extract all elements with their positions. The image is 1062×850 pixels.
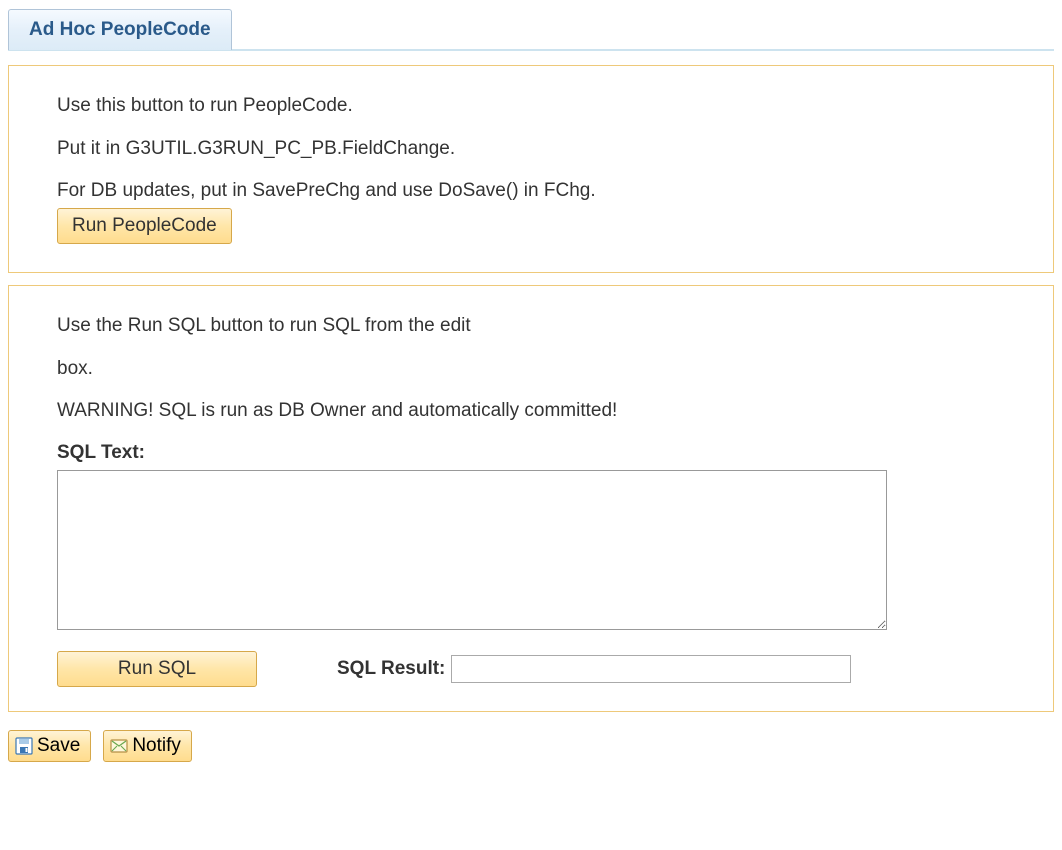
peoplecode-instr-3: For DB updates, put in SavePreChg and us… [57, 179, 1005, 204]
sql-text-input[interactable] [57, 470, 887, 630]
save-icon [15, 737, 33, 755]
run-peoplecode-button[interactable]: Run PeopleCode [57, 208, 232, 244]
notify-button-label: Notify [132, 735, 181, 757]
peoplecode-instr-2: Put it in G3UTIL.G3RUN_PC_PB.FieldChange… [57, 137, 1005, 162]
sql-instr-2: box. [57, 357, 1005, 382]
save-button-label: Save [37, 735, 80, 757]
sql-groupbox: Use the Run SQL button to run SQL from t… [8, 285, 1054, 712]
sql-instr-1: Use the Run SQL button to run SQL from t… [57, 314, 1005, 339]
run-sql-button[interactable]: Run SQL [57, 651, 257, 687]
sql-result-input[interactable] [451, 655, 851, 683]
sql-result-label: SQL Result: [337, 658, 445, 680]
peoplecode-groupbox: Use this button to run PeopleCode. Put i… [8, 65, 1054, 273]
notify-button[interactable]: Notify [103, 730, 192, 762]
tab-ad-hoc-peoplecode[interactable]: Ad Hoc PeopleCode [8, 9, 232, 50]
peoplecode-instr-1: Use this button to run PeopleCode. [57, 94, 1005, 119]
notify-icon [110, 737, 128, 755]
sql-text-label: SQL Text: [57, 442, 1005, 464]
sql-instr-3: WARNING! SQL is run as DB Owner and auto… [57, 399, 1005, 424]
footer-toolbar: Save Notify [8, 730, 1054, 762]
save-button[interactable]: Save [8, 730, 91, 762]
